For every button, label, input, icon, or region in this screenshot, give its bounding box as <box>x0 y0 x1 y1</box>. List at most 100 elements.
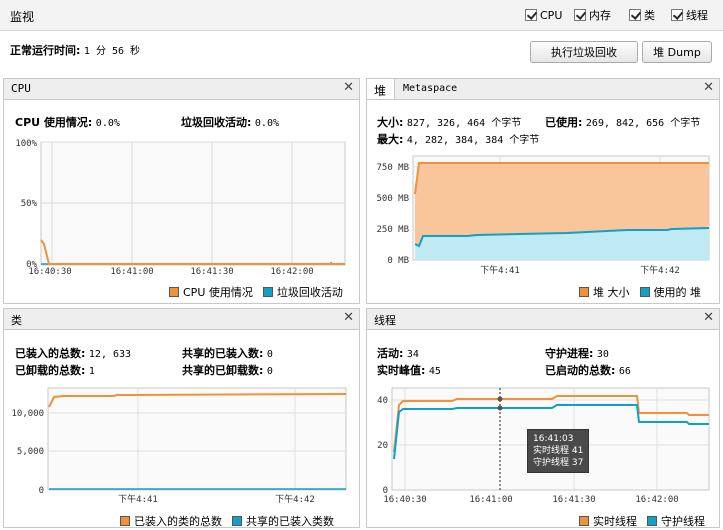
classes-plot-area <box>47 387 347 491</box>
heap-y-tick: 750 MB <box>376 163 409 173</box>
daemon-threads-stat: 守护进程: 30 <box>545 345 609 361</box>
classes-panel: 类 ✕ 已装入的总数: 12, 633 共享的已装入数: 0 已卸载的总数: 1… <box>3 308 360 528</box>
cpu-panel-title: CPU <box>11 82 31 95</box>
legend-swatch-gc <box>262 287 273 297</box>
classes-legend: 已装入的类的总数 共享的已装入类数 <box>120 513 334 529</box>
legend-swatch-shared <box>232 516 242 526</box>
legend-label-loaded: 已装入的类的总数 <box>134 515 222 528</box>
cpu-usage-label: CPU 使用情况: <box>15 116 93 129</box>
heap-max-stat: 最大: 4, 282, 384, 384 个字节 <box>377 131 539 147</box>
heap-size-label: 大小: <box>377 116 404 129</box>
shared-unloaded-label: 共享的已卸载数: <box>182 364 264 377</box>
started-threads-label: 已启动的总数: <box>545 364 616 377</box>
heap-panel: 堆 Metaspace ✕ 大小: 827, 326, 464 个字节 已使用:… <box>366 78 720 304</box>
close-icon[interactable]: ✕ <box>343 310 354 325</box>
shared-loaded-value: 0 <box>266 349 273 360</box>
live-threads-stat: 活动: 34 <box>377 345 419 361</box>
checkbox-classes[interactable]: 类 <box>629 8 655 22</box>
uptime: 正常运行时间: 1 分 56 秒 <box>10 42 140 58</box>
close-icon[interactable]: ✕ <box>703 80 714 95</box>
legend-label-gc: 垃圾回收活动 <box>276 286 343 299</box>
legend-label-cpu: CPU 使用情况 <box>183 286 253 299</box>
heap-y-tick: 0 MB <box>387 256 409 266</box>
threads-legend: 实时线程 守护线程 <box>579 513 705 529</box>
legend-swatch-daemon <box>647 516 657 526</box>
threads-x-tick: 16:41:00 <box>469 495 512 505</box>
legend-label-live: 实时线程 <box>593 515 637 528</box>
monitor-toolbar: 监视 CPU 内存 类 线程 <box>0 0 723 31</box>
threads-x-tick: 16:41:30 <box>552 495 595 505</box>
live-threads-value: 34 <box>406 349 419 360</box>
heap-chart: 750 MB 500 MB 250 MB 0 MB 下午4:41 下午4:42 <box>376 155 710 276</box>
close-icon[interactable]: ✕ <box>703 310 714 325</box>
daemon-threads-label: 守护进程: <box>545 347 594 360</box>
peak-threads-value: 45 <box>428 366 441 377</box>
checkbox-cpu-label: CPU <box>540 8 563 22</box>
checkbox-memory-box[interactable] <box>574 9 586 21</box>
classes-y-tick: 5,000 <box>17 447 44 457</box>
legend-swatch-loaded <box>120 516 130 526</box>
heap-panel-header: 堆 Metaspace ✕ <box>367 79 719 100</box>
uptime-value: 1 分 56 秒 <box>83 46 141 57</box>
threads-tooltip: 16:41:03 实时线程 41 守护线程 37 <box>527 429 590 473</box>
legend-swatch-heap-used <box>639 287 650 297</box>
started-threads-value: 66 <box>618 366 631 377</box>
checkbox-memory[interactable]: 内存 <box>574 8 611 22</box>
heap-max-label: 最大: <box>377 133 404 146</box>
checkbox-threads-box[interactable] <box>671 9 683 21</box>
checkbox-classes-box[interactable] <box>629 9 641 21</box>
threads-x-tick: 16:42:00 <box>635 495 678 505</box>
classes-x-tick: 下午4:41 <box>118 493 158 505</box>
loaded-classes-stat: 已装入的总数: 12, 633 <box>15 345 131 361</box>
gc-activity-stat: 垃圾回收活动: 0.0% <box>181 114 279 130</box>
tooltip-daemon-row: 守护线程 37 <box>533 457 583 469</box>
threads-y-tick: 20 <box>377 441 388 451</box>
heap-x-tick: 下午4:42 <box>640 264 680 276</box>
classes-panel-header: 类 ✕ <box>4 309 359 330</box>
shared-loaded-label: 共享的已装入数: <box>182 347 264 360</box>
classes-y-tick: 10,000 <box>11 409 44 419</box>
legend-label-heap-size: 堆 大小 <box>593 286 630 299</box>
unloaded-classes-stat: 已卸载的总数: 1 <box>15 362 95 378</box>
classes-x-tick: 下午4:42 <box>275 493 315 505</box>
checkbox-cpu[interactable]: CPU <box>525 8 562 22</box>
heap-used-stat: 已使用: 269, 842, 656 个字节 <box>545 114 700 130</box>
legend-swatch-cpu <box>169 287 179 297</box>
tab-metaspace[interactable]: Metaspace <box>403 83 457 94</box>
cpu-panel: CPU ✕ CPU 使用情况: 0.0% 垃圾回收活动: 0.0% 100% 5… <box>3 78 360 304</box>
close-icon[interactable]: ✕ <box>343 80 354 95</box>
heap-y-tick: 500 MB <box>376 194 409 204</box>
peak-threads-label: 实时峰值: <box>377 364 426 377</box>
tab-heap[interactable]: 堆 <box>367 79 395 99</box>
heap-legend: 堆 大小 使用的 堆 <box>579 284 701 300</box>
checkbox-cpu-box[interactable] <box>525 9 537 21</box>
heap-used-label: 已使用: <box>545 116 583 129</box>
perform-gc-button[interactable]: 执行垃圾回收 <box>530 41 638 63</box>
cpu-chart: 100% 50% 0% 16:40:30 16:41:00 16:41:30 1… <box>15 139 346 277</box>
cpu-x-tick: 16:41:00 <box>110 267 153 277</box>
live-threads-label: 活动: <box>377 347 404 360</box>
legend-label-daemon: 守护线程 <box>661 515 705 528</box>
shared-loaded-stat: 共享的已装入数: 0 <box>182 345 273 361</box>
unloaded-classes-label: 已卸载的总数: <box>15 364 86 377</box>
heap-size-value: 827, 326, 464 个字节 <box>406 118 522 129</box>
legend-label-shared: 共享的已装入类数 <box>246 515 334 528</box>
threads-panel-header: 线程 ✕ <box>367 309 719 330</box>
cpu-legend: CPU 使用情况 垃圾回收活动 <box>169 284 343 300</box>
cpu-usage-stat: CPU 使用情况: 0.0% <box>15 114 120 130</box>
tooltip-live-label: 实时线程 <box>533 446 570 456</box>
heap-x-tick: 下午4:41 <box>480 264 520 276</box>
cpu-panel-header: CPU ✕ <box>4 79 359 100</box>
checkbox-classes-label: 类 <box>644 9 655 22</box>
shared-unloaded-stat: 共享的已卸载数: 0 <box>182 362 273 378</box>
checkbox-threads[interactable]: 线程 <box>671 8 708 22</box>
tooltip-live-value: 41 <box>571 446 584 456</box>
cpu-x-tick: 16:41:30 <box>190 267 233 277</box>
heap-size-stat: 大小: 827, 326, 464 个字节 <box>377 114 521 130</box>
heap-y-tick: 250 MB <box>376 225 409 235</box>
gc-activity-label: 垃圾回收活动: <box>181 116 252 129</box>
daemon-threads-value: 30 <box>596 349 609 360</box>
tooltip-live-row: 实时线程 41 <box>533 445 583 457</box>
cpu-y-tick: 100% <box>15 139 37 149</box>
heap-dump-button[interactable]: 堆 Dump <box>642 41 712 63</box>
